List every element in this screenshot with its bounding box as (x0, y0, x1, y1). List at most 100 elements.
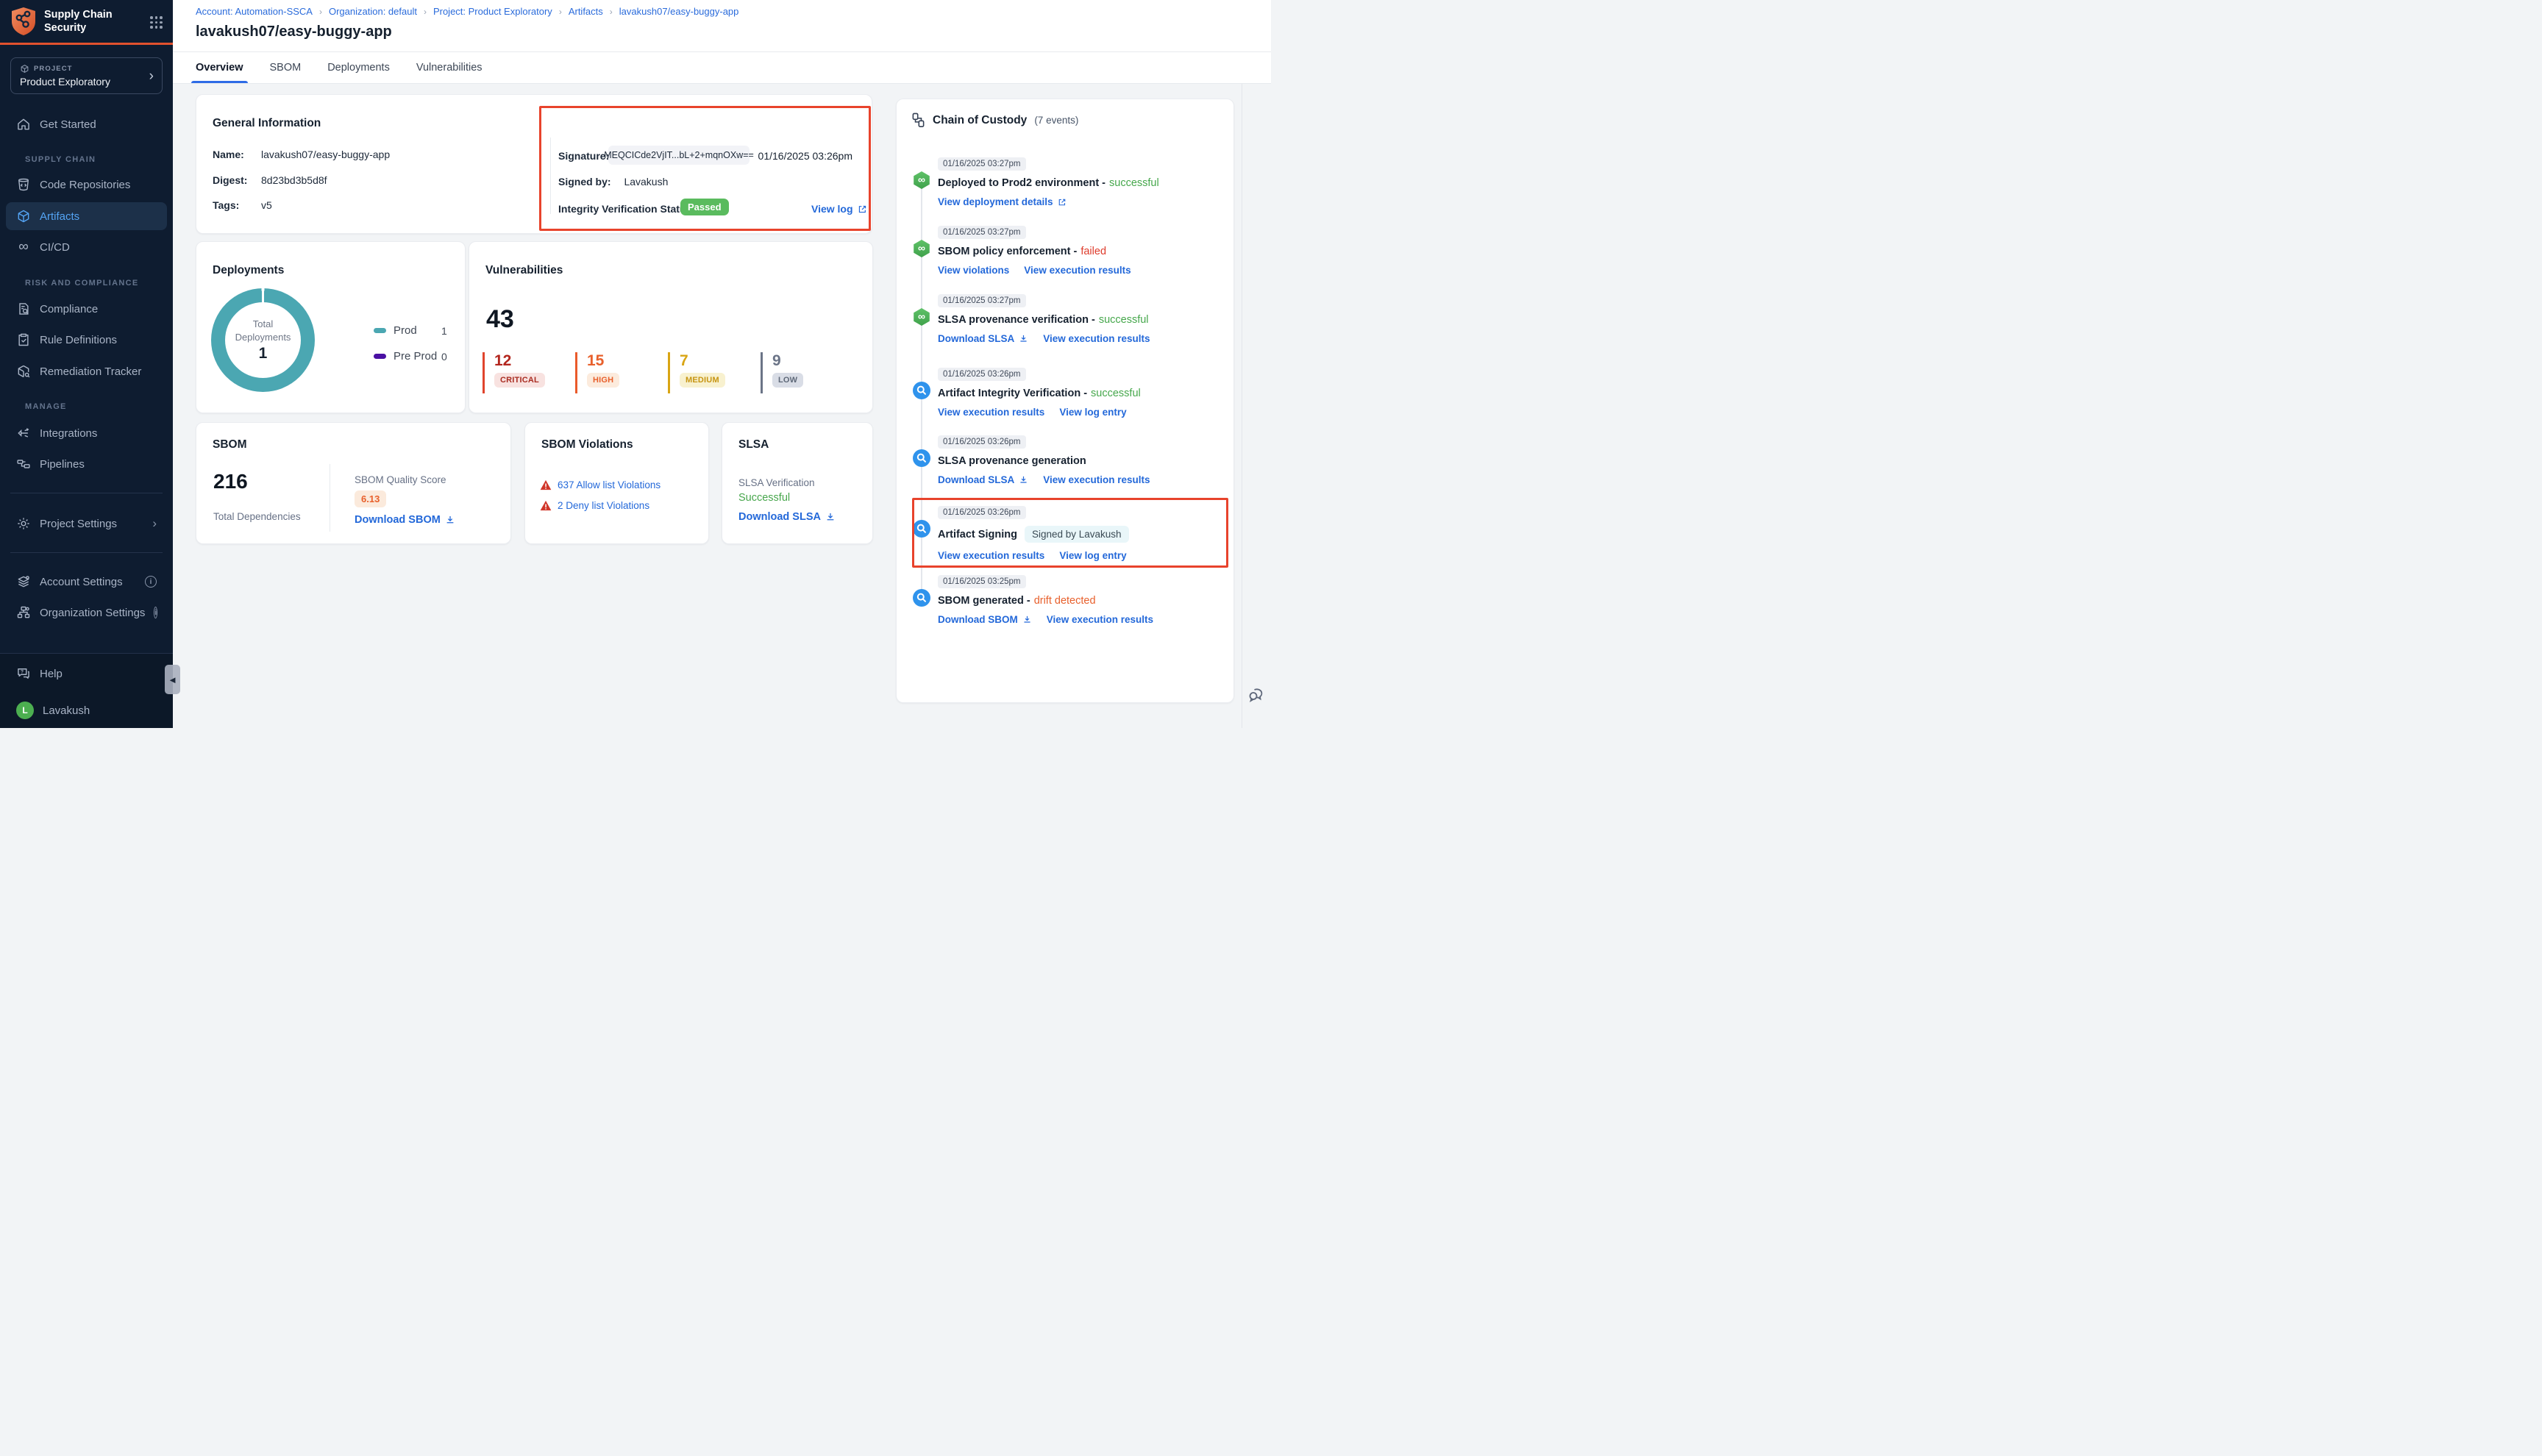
chevron-right-icon: › (152, 516, 157, 531)
pipeline-event-icon: ∞ (913, 240, 930, 257)
custody-event: 01/16/2025 03:26pm SLSA provenance gener… (938, 435, 1222, 485)
breadcrumb-current[interactable]: lavakush07/easy-buggy-app (619, 6, 739, 17)
sidebar-collapse-handle[interactable]: ◄ (165, 665, 180, 694)
sidebar-item-organization-settings[interactable]: Organization Settings i (6, 599, 167, 627)
breadcrumb-account[interactable]: Account: Automation-SSCA (196, 6, 313, 17)
app-logo-shield-icon (10, 7, 37, 36)
section-label-supply-chain: SUPPLY CHAIN (25, 155, 96, 164)
tab-sbom[interactable]: SBOM (270, 52, 302, 83)
breadcrumb-project[interactable]: Project: Product Exploratory (433, 6, 552, 17)
svg-text:?: ? (21, 670, 24, 675)
sidebar-item-compliance[interactable]: Compliance (6, 295, 167, 323)
pipeline-event-icon: ∞ (913, 171, 930, 189)
page-header: Account: Automation-SSCA › Organization: … (173, 0, 1271, 52)
sidebar-item-label: Organization Settings (40, 607, 145, 619)
code-repo-icon (16, 177, 31, 192)
sidebar-item-label: Pipelines (40, 458, 85, 471)
card-title: SBOM Violations (541, 438, 633, 452)
sidebar-item-label: Code Repositories (40, 179, 130, 191)
project-selector[interactable]: PROJECT Product Exploratory › (10, 57, 163, 94)
general-information-card: General Information Name: lavakush07/eas… (196, 94, 872, 234)
custody-event: 01/16/2025 03:27pm Deployed to Prod2 env… (938, 157, 1222, 207)
view-log-entry-link[interactable]: View log entry (1059, 407, 1126, 418)
sidebar-item-label: Artifacts (40, 210, 79, 223)
pipeline-icon (16, 457, 31, 471)
info-icon[interactable]: i (145, 576, 157, 588)
app-root: { "colors": { "brand_orange": "#E2512E",… (0, 0, 1271, 728)
allow-list-violations-link[interactable]: 637 Allow list Violations (558, 479, 661, 490)
view-log-link[interactable]: View log (811, 203, 867, 215)
card-title: Vulnerabilities (485, 264, 563, 277)
view-deployment-details-link[interactable]: View deployment details (938, 196, 1067, 207)
tab-overview[interactable]: Overview (196, 52, 243, 83)
external-link-icon (858, 204, 867, 214)
vulnerabilities-total: 43 (486, 305, 514, 334)
scan-event-icon (913, 449, 930, 467)
sidebar-user[interactable]: L Lavakush (6, 696, 167, 724)
download-slsa-link[interactable]: Download SLSA (938, 474, 1028, 485)
sidebar-item-integrations[interactable]: Integrations (6, 419, 167, 447)
view-violations-link[interactable]: View violations (938, 265, 1009, 276)
sidebar-divider (10, 552, 163, 553)
sidebar-item-cicd[interactable]: ∞ CI/CD (6, 233, 167, 261)
download-slsa-link[interactable]: Download SLSA (938, 333, 1028, 344)
sidebar-item-label: CI/CD (40, 241, 70, 254)
signature-value[interactable]: MEQCICde2VjIT...bL+2+mqnOXw== (608, 146, 750, 165)
warning-triangle-icon (540, 500, 552, 511)
deny-list-row: 2 Deny list Violations (540, 500, 649, 511)
sidebar-item-code-repositories[interactable]: Code Repositories (6, 171, 167, 199)
sidebar-item-label: Compliance (40, 303, 98, 315)
view-log-label: View log (811, 203, 853, 215)
breadcrumb-separator: › (610, 7, 613, 17)
low-badge: LOW (772, 373, 803, 388)
view-execution-results-link[interactable]: View execution results (1043, 333, 1150, 344)
sidebar-item-remediation-tracker[interactable]: Remediation Tracker (6, 357, 167, 385)
download-slsa-link[interactable]: Download SLSA (738, 511, 836, 523)
view-execution-results-link[interactable]: View execution results (1043, 474, 1150, 485)
sidebar-item-get-started[interactable]: Get Started (6, 110, 167, 138)
sidebar-item-help[interactable]: ? Help (6, 660, 167, 688)
info-icon[interactable]: i (154, 607, 157, 618)
event-timestamp: 01/16/2025 03:25pm (938, 575, 1026, 588)
link-label: Download SBOM (938, 614, 1018, 625)
sidebar-item-account-settings[interactable]: Account Settings i (6, 568, 167, 596)
donut-center-label: Total (253, 318, 273, 329)
integrity-status-badge: Passed (680, 199, 729, 215)
tab-vulnerabilities[interactable]: Vulnerabilities (416, 52, 483, 83)
deployments-donut-chart[interactable]: Total Deployments 1 (211, 288, 315, 392)
signed-by-label: Signed by: (558, 176, 611, 188)
project-cube-icon (20, 64, 29, 74)
section-label-risk-compliance: RISK AND COMPLIANCE (25, 279, 138, 288)
deny-list-violations-link[interactable]: 2 Deny list Violations (558, 500, 649, 511)
view-execution-results-link[interactable]: View execution results (938, 550, 1044, 561)
sidebar-item-project-settings[interactable]: Project Settings › (6, 510, 167, 538)
sidebar-item-rule-definitions[interactable]: Rule Definitions (6, 326, 167, 354)
critical-count: 12 (494, 352, 545, 369)
view-execution-results-link[interactable]: View execution results (938, 407, 1044, 418)
app-switcher-icon[interactable] (150, 16, 163, 29)
breadcrumb-organization[interactable]: Organization: default (329, 6, 417, 17)
view-execution-results-link[interactable]: View execution results (1024, 265, 1131, 276)
view-log-entry-link[interactable]: View log entry (1059, 550, 1126, 561)
download-sbom-link[interactable]: Download SBOM (938, 614, 1032, 625)
view-execution-results-link[interactable]: View execution results (1047, 614, 1153, 625)
event-timestamp: 01/16/2025 03:27pm (938, 294, 1026, 307)
tab-deployments[interactable]: Deployments (327, 52, 390, 83)
deployments-card: Deployments Total Deployments 1 Prod 1 P… (196, 241, 466, 413)
sidebar-item-artifacts[interactable]: Artifacts (6, 202, 167, 230)
event-timestamp: 01/16/2025 03:26pm (938, 368, 1026, 381)
slsa-status: Successful (738, 492, 790, 504)
download-sbom-link[interactable]: Download SBOM (355, 514, 455, 526)
sidebar-item-pipelines[interactable]: Pipelines (6, 450, 167, 478)
org-hierarchy-gear-icon (16, 605, 31, 620)
project-label-row: PROJECT (20, 64, 153, 74)
stat-high: 15 HIGH (575, 352, 619, 393)
breadcrumb-artifacts[interactable]: Artifacts (569, 6, 603, 17)
sidebar-item-label: Rule Definitions (40, 334, 117, 346)
cube-wrench-icon (16, 364, 31, 379)
custody-event: 01/16/2025 03:25pm SBOM generated -drift… (938, 574, 1222, 625)
external-link-icon (1058, 198, 1067, 207)
feedback-chat-icon[interactable] (1247, 686, 1265, 704)
legend-label: Prod (394, 324, 417, 337)
user-name: Lavakush (43, 704, 90, 717)
